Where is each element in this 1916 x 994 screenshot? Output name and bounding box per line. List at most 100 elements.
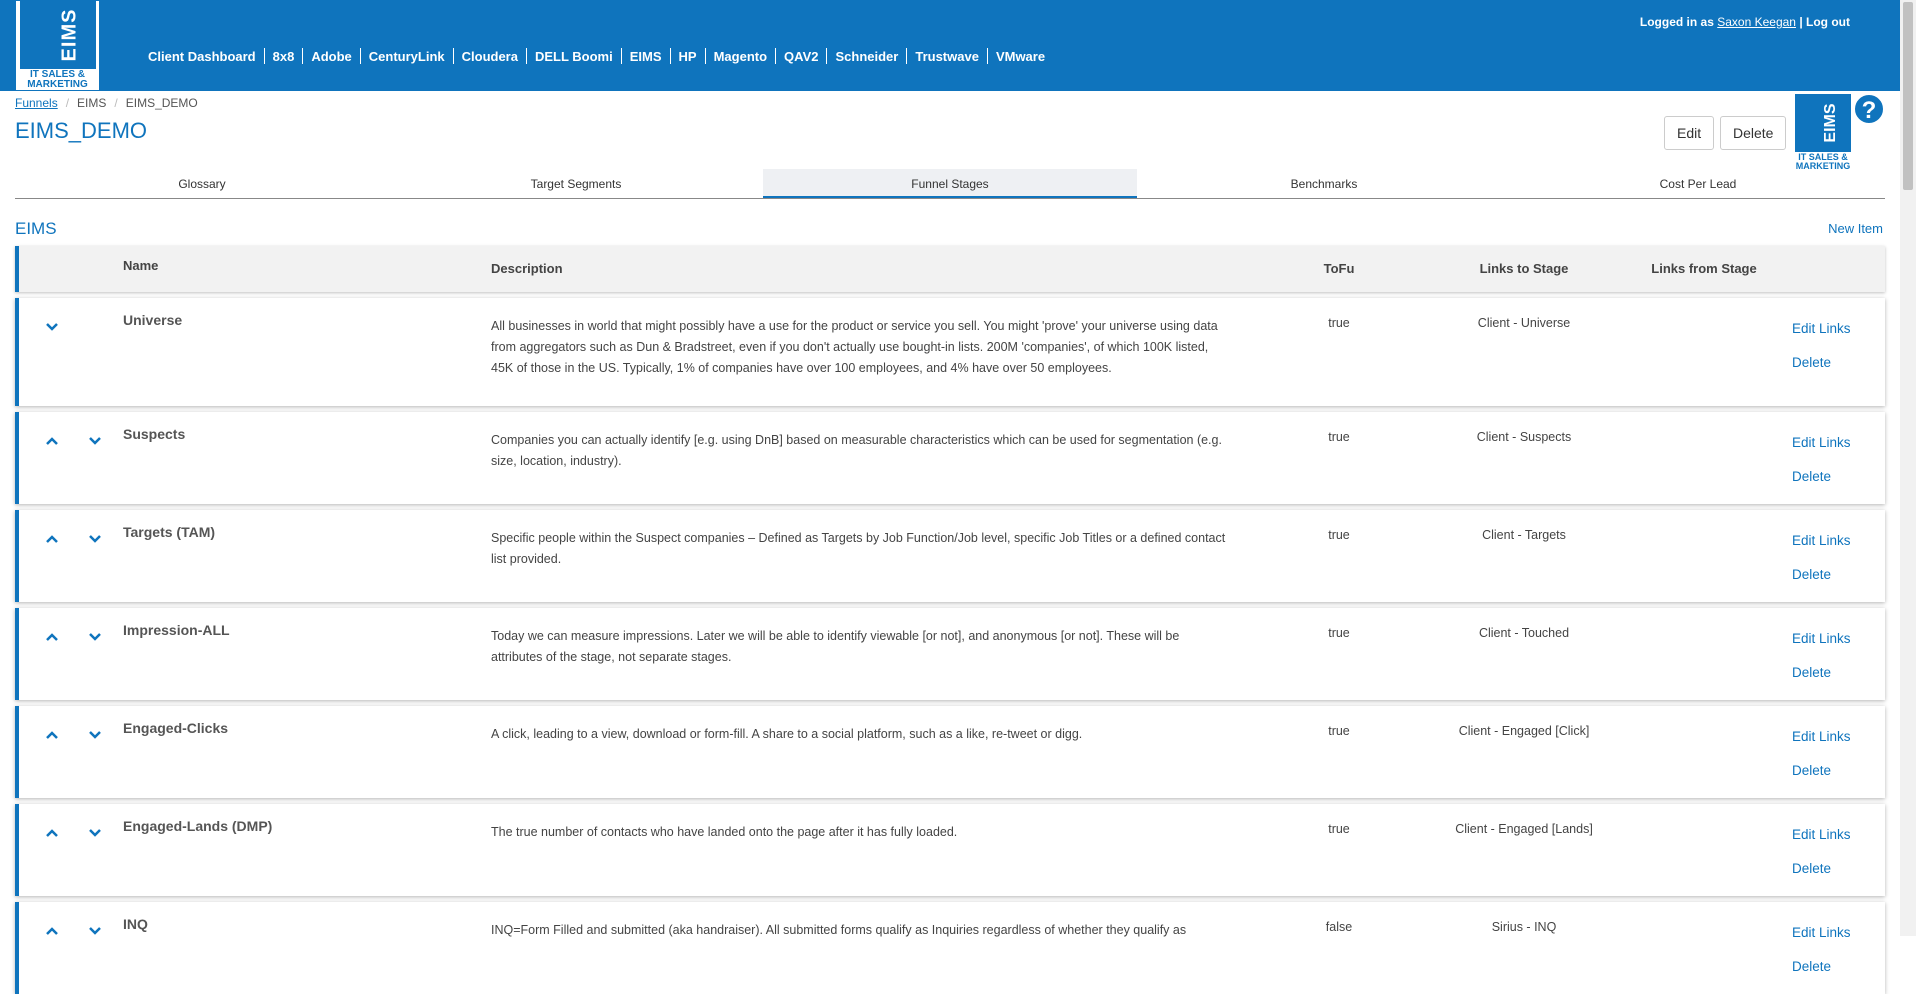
move-down-icon[interactable] [45,320,59,334]
nav-eims[interactable]: EIMS [622,49,670,64]
stage-links-to: Client - Engaged [Lands] [1455,822,1593,836]
delete-row-button[interactable]: Delete [1792,469,1831,484]
nav-client-dashboard[interactable]: Client Dashboard [140,49,264,64]
stage-links-to: Client - Engaged [Click] [1458,724,1590,738]
stage-tofu: true [1328,822,1350,836]
stage-links-to: Client - Targets [1482,528,1566,542]
delete-button[interactable]: Delete [1720,116,1786,150]
stage-tofu: true [1328,316,1350,330]
login-status: Logged in as Saxon Keegan | Log out [1640,15,1850,29]
nav-adobe[interactable]: Adobe [303,49,359,64]
stage-name: Engaged-Lands (DMP) [123,818,273,834]
client-nav: Client Dashboard 8x8 Adobe CenturyLink C… [140,48,1053,64]
header-name: Name [123,258,159,273]
stage-description: Specific people within the Suspect compa… [491,531,1226,566]
stage-links-to: Sirius - INQ [1491,920,1557,934]
delete-row-button[interactable]: Delete [1792,665,1831,680]
tab-funnel-stages[interactable]: Funnel Stages [763,169,1137,198]
stage-links-to: Client - Suspects [1476,430,1572,444]
move-down-icon[interactable] [88,532,102,546]
edit-links-button[interactable]: Edit Links [1792,533,1851,548]
move-up-icon[interactable] [45,434,59,448]
move-down-icon[interactable] [88,630,102,644]
move-down-icon[interactable] [88,728,102,742]
stage-name: Suspects [123,426,186,442]
move-down-icon[interactable] [88,434,102,448]
stage-description: All businesses in world that might possi… [491,319,1218,375]
scrollbar-thumb[interactable] [1903,2,1913,190]
edit-links-button[interactable]: Edit Links [1792,321,1851,336]
stage-links-to: Client - Touched [1478,626,1570,640]
nav-trustwave[interactable]: Trustwave [907,49,987,64]
stage-name: Engaged-Clicks [123,720,229,736]
edit-links-button[interactable]: Edit Links [1792,827,1851,842]
stage-tofu: true [1328,528,1350,542]
nav-vmware[interactable]: VMware [988,49,1053,64]
edit-button[interactable]: Edit [1664,116,1714,150]
help-icon[interactable]: ? [1853,93,1885,125]
nav-cloudera[interactable]: Cloudera [454,49,526,64]
user-link[interactable]: Saxon Keegan [1717,15,1796,29]
edit-links-button[interactable]: Edit Links [1792,729,1851,744]
logo-title: EIMS [58,8,81,62]
move-up-icon[interactable] [45,826,59,840]
nav-schneider[interactable]: Schneider [827,49,906,64]
delete-row-button[interactable]: Delete [1792,763,1831,778]
eims-logo[interactable]: EIMS IT SALES & MARKETING [15,0,100,91]
table-row: Universe All businesses in world that mig… [15,298,1885,406]
stage-description: Today we can measure impressions. Later … [491,629,1180,664]
nav-8x8[interactable]: 8x8 [265,49,303,64]
table-row: Suspects Companies you can actually ident… [15,412,1885,504]
new-item-link[interactable]: New Item [1828,221,1883,236]
logout-link[interactable]: | Log out [1799,15,1850,29]
page-title: EIMS_DEMO [15,118,148,143]
breadcrumb-funnels[interactable]: Funnels [15,96,58,110]
move-up-icon[interactable] [45,532,59,546]
table-header: Name Description ToFu Links to Stage Lin… [15,246,1885,292]
tab-cost-per-lead[interactable]: Cost Per Lead [1511,169,1885,198]
table-row: Targets (TAM) Specific people within the … [15,510,1885,602]
table-row: INQ INQ=Form Filled and submitted (aka ha… [15,902,1885,994]
header-description: Description [491,261,563,276]
edit-links-button[interactable]: Edit Links [1792,925,1851,940]
stage-tofu: false [1325,920,1353,934]
stage-description: The true number of contacts who have lan… [491,825,958,839]
stage-links-to: Client - Universe [1477,316,1571,330]
breadcrumb-client: EIMS [77,96,107,110]
delete-row-button[interactable]: Delete [1792,355,1831,370]
header-links-from-stage: Links from Stage [1651,261,1757,276]
nav-qav2[interactable]: QAV2 [776,49,826,64]
stage-name: Impression-ALL [123,622,230,638]
delete-row-button[interactable]: Delete [1792,959,1831,974]
breadcrumb-current: EIMS_DEMO [125,96,198,110]
nav-magento[interactable]: Magento [706,49,775,64]
nav-centurylink[interactable]: CenturyLink [361,49,453,64]
edit-links-button[interactable]: Edit Links [1792,435,1851,450]
tab-bar: Glossary Target Segments Funnel Stages B… [15,169,1885,199]
breadcrumb: Funnels / EIMS / EIMS_DEMO [15,96,198,110]
delete-row-button[interactable]: Delete [1792,567,1831,582]
client-logo: EIMS IT SALES & MARKETING [1793,94,1853,171]
tab-target-segments[interactable]: Target Segments [389,169,763,198]
stage-tofu: true [1328,724,1350,738]
client-logo-mark: EIMS [1795,94,1851,152]
tab-glossary[interactable]: Glossary [15,169,389,198]
move-up-icon[interactable] [45,630,59,644]
table-row: Impression-ALL Today we can measure impre… [15,608,1885,700]
move-down-icon[interactable] [88,826,102,840]
nav-dell-boomi[interactable]: DELL Boomi [527,49,621,64]
stage-description: Companies you can actually identify [e.g… [491,433,1222,468]
edit-links-button[interactable]: Edit Links [1792,631,1851,646]
move-up-icon[interactable] [45,728,59,742]
header-links-to-stage: Links to Stage [1479,261,1569,276]
breadcrumb-separator: / [114,96,118,110]
logged-in-label: Logged in as [1639,15,1714,29]
header-tofu: ToFu [1323,261,1355,276]
logo-subtitle: IT SALES & MARKETING [27,69,88,90]
vertical-scrollbar[interactable] [1900,0,1916,936]
top-navbar: EIMS IT SALES & MARKETING Client Dashboa… [0,0,1900,91]
stage-tofu: true [1328,626,1350,640]
delete-row-button[interactable]: Delete [1792,861,1831,876]
nav-hp[interactable]: HP [671,49,705,64]
tab-benchmarks[interactable]: Benchmarks [1137,169,1511,198]
